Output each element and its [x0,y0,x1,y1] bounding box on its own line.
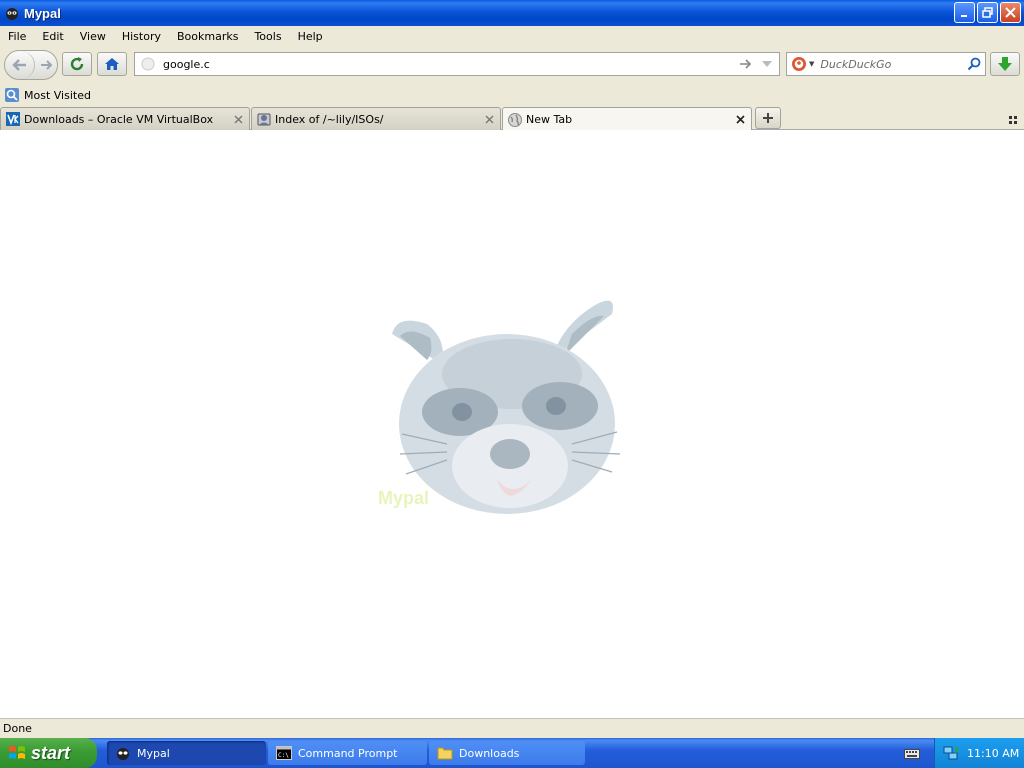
minimize-icon [960,14,967,17]
taskbar-item-label: Command Prompt [298,746,398,760]
minimize-button[interactable] [954,2,975,23]
url-input[interactable]: google.c [163,58,739,71]
go-arrow-icon[interactable] [739,58,753,70]
tab-virtualbox-downloads[interactable]: Downloads – Oracle VM VirtualBox [0,107,250,130]
taskbar-item-mypal[interactable]: Mypal [107,741,266,765]
tab-close-button[interactable] [482,112,496,126]
menu-edit[interactable]: Edit [42,30,63,43]
engine-dropdown-icon[interactable]: ▼ [809,60,814,68]
svg-text:C:\: C:\ [278,752,289,759]
window-title: Mypal [24,5,61,21]
plus-icon [763,113,773,123]
taskbar-item-command-prompt[interactable]: C:\ Command Prompt [268,741,427,765]
mypal-app-icon [6,8,18,20]
search-icon[interactable] [967,57,981,71]
downloads-button[interactable] [990,52,1020,76]
menu-file[interactable]: File [8,30,26,43]
chevron-down-icon[interactable] [761,60,773,68]
menu-help[interactable]: Help [298,30,323,43]
forward-button[interactable] [36,51,58,79]
back-arrow-icon [11,59,26,71]
most-visited-icon [5,88,19,102]
status-text: Done [3,722,32,735]
taskbar-item-downloads[interactable]: Downloads [429,741,585,765]
globe-icon [507,112,523,128]
command-prompt-icon: C:\ [276,746,292,760]
menu-view[interactable]: View [80,30,106,43]
virtualbox-icon [5,111,21,127]
reload-button[interactable] [62,52,92,76]
restore-icon [982,7,993,18]
download-arrow-icon [998,57,1012,71]
back-button[interactable] [5,51,35,79]
menu-history[interactable]: History [122,30,161,43]
menu-bar: File Edit View History Bookmarks Tools H… [0,26,1024,46]
mascot-caption: Mypal [378,488,429,508]
url-bar[interactable]: google.c [134,52,780,76]
start-label: start [31,742,71,763]
restore-button[interactable] [977,2,998,23]
new-tab-button[interactable] [755,107,781,129]
keyboard-icon[interactable] [904,746,920,760]
list-all-tabs-icon[interactable] [1006,112,1020,126]
start-button[interactable]: start [0,738,97,768]
home-icon [105,58,119,70]
title-bar[interactable]: Mypal [0,0,1024,26]
forward-arrow-icon [41,60,53,70]
status-bar: Done [0,718,1024,738]
tab-new-tab[interactable]: New Tab [502,107,752,131]
tab-label: Index of /~lily/ISOs/ [275,112,384,126]
site-identity-icon [141,57,155,71]
raccoon-mascot-image: Mypal [378,300,621,514]
menu-tools[interactable]: Tools [254,30,281,43]
mypal-app-icon [117,748,129,760]
bookmarks-toolbar: Most Visited [0,84,1024,106]
folder-icon [437,747,453,760]
taskbar: start Mypal C:\ Command Prompt Downloads [0,738,1024,768]
tab-strip: Downloads – Oracle VM VirtualBox Index o… [0,106,1024,131]
tab-close-button[interactable] [733,113,747,127]
close-window-button[interactable] [1000,2,1021,23]
tab-isos-index[interactable]: Index of /~lily/ISOs/ [251,107,501,130]
search-input[interactable]: DuckDuckGo [820,58,967,71]
bookmark-most-visited[interactable]: Most Visited [24,89,91,102]
close-icon [1005,7,1016,18]
windows-logo-icon [9,746,25,759]
reload-icon [70,57,84,71]
close-icon [735,115,745,124]
system-tray: 11:10 AM [934,738,1024,768]
close-icon [234,115,242,123]
navigation-toolbar: google.c ▼ DuckDuckGo [0,46,1024,84]
directory-icon [256,111,272,127]
home-button[interactable] [97,52,127,76]
menu-bookmarks[interactable]: Bookmarks [177,30,238,43]
page-content: Mypal [0,130,1024,718]
back-forward-group [4,50,58,80]
close-icon [485,115,493,123]
tab-close-button[interactable] [231,112,245,126]
taskbar-item-label: Mypal [137,746,170,760]
duckduckgo-icon[interactable] [791,56,807,72]
network-icon[interactable] [943,745,959,761]
tab-label: Downloads – Oracle VM VirtualBox [24,112,214,126]
search-bar[interactable]: ▼ DuckDuckGo [786,52,986,76]
clock[interactable]: 11:10 AM [967,747,1019,760]
tab-label: New Tab [526,113,573,126]
taskbar-item-label: Downloads [459,746,520,760]
